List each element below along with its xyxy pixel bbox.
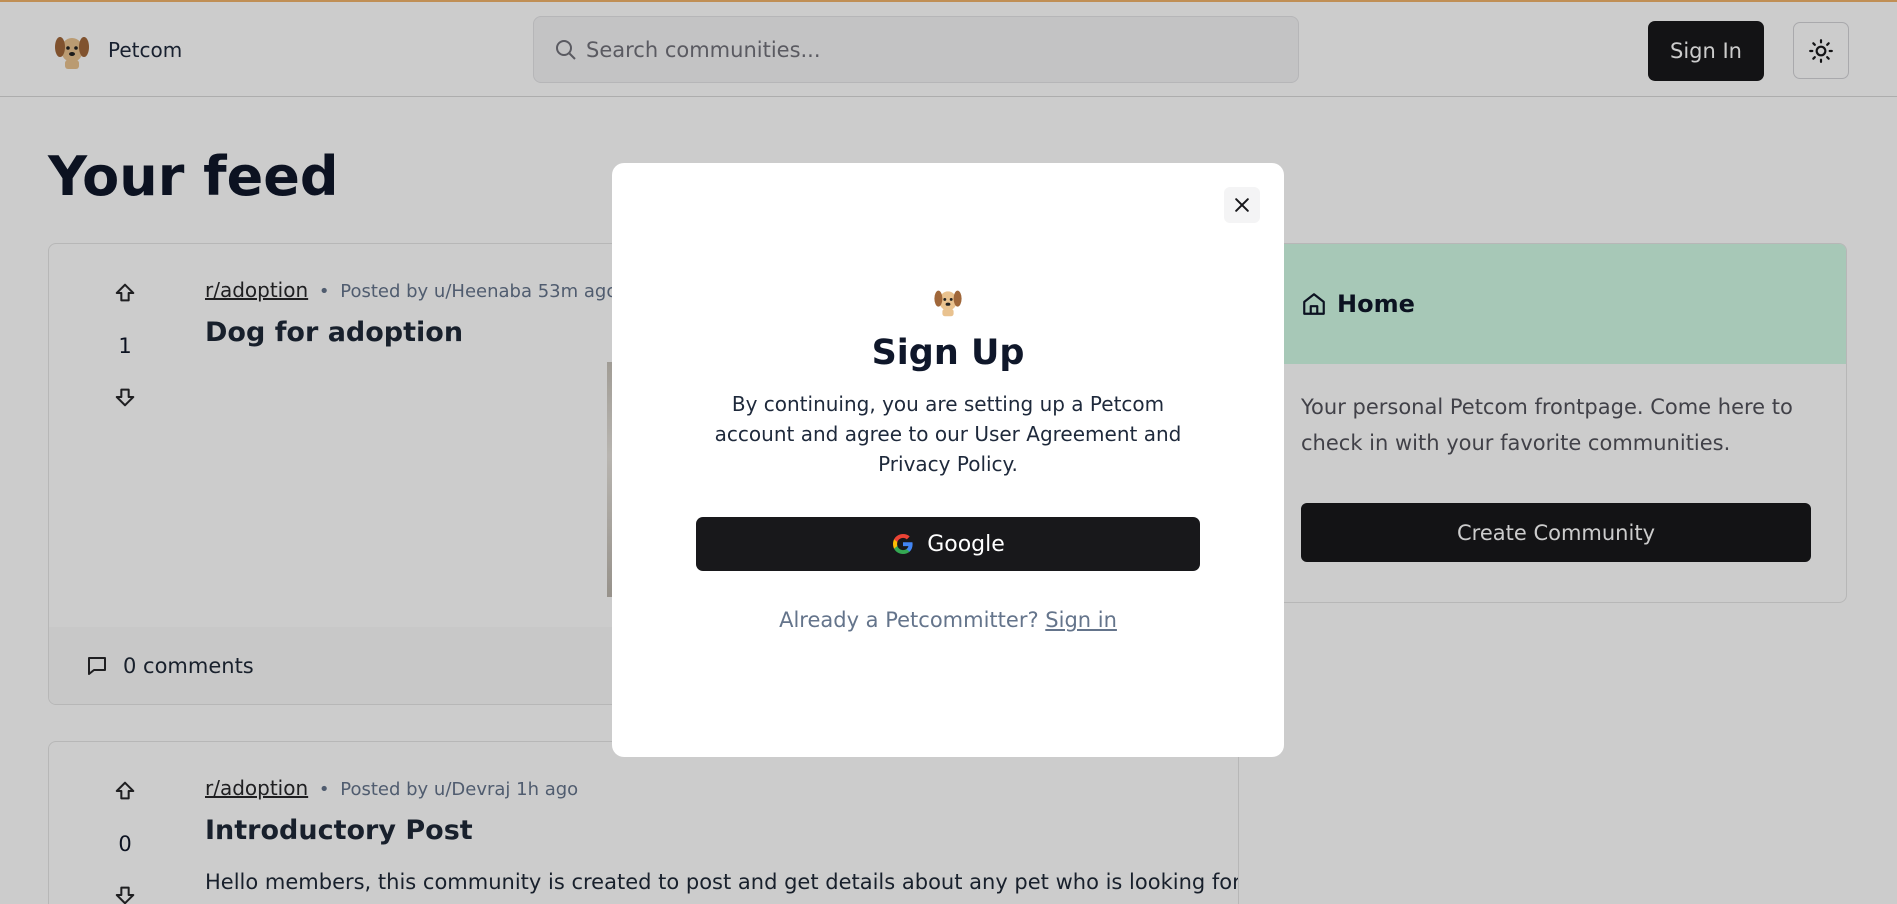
already-text: Already a Petcommitter? <box>779 608 1039 632</box>
google-icon <box>893 534 913 554</box>
signup-modal: Sign Up By continuing, you are setting u… <box>612 163 1284 757</box>
google-button-label: Google <box>927 531 1005 557</box>
close-button[interactable] <box>1224 187 1260 223</box>
close-icon <box>1235 198 1249 212</box>
google-signin-button[interactable]: Google <box>696 517 1200 571</box>
dog-logo-icon <box>934 290 962 317</box>
modal-title: Sign Up <box>871 333 1025 373</box>
already-member-text: Already a Petcommitter? Sign in <box>612 608 1284 632</box>
sign-in-link[interactable]: Sign in <box>1045 608 1117 632</box>
modal-description: By continuing, you are setting up a Petc… <box>714 392 1182 476</box>
